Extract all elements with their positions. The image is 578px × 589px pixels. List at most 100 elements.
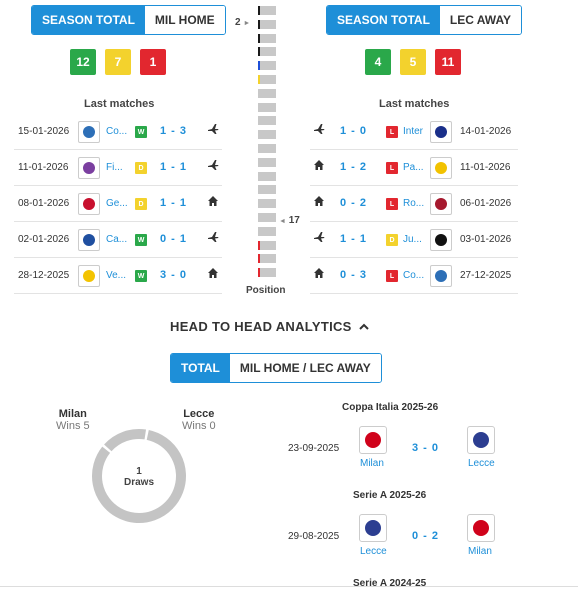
standing-bar: [258, 185, 276, 195]
opponent-link[interactable]: Co...: [403, 270, 424, 281]
team-crest: [430, 265, 452, 287]
standing-bar: [258, 88, 276, 98]
venue-indicator: [313, 267, 325, 282]
away-lec-away-tab[interactable]: LEC AWAY: [439, 6, 522, 34]
lecce-position-label: ◄ 17: [279, 215, 300, 226]
match-row[interactable]: 28-12-2025 Ve... W 3 - 0: [14, 258, 222, 294]
result-badge: W: [135, 234, 147, 246]
h2h-match-score[interactable]: 3 - 0: [412, 442, 439, 454]
team-crest: [78, 193, 100, 215]
match-score[interactable]: 0 - 2: [340, 197, 367, 209]
match-row[interactable]: 0 - 3 L Co... 27-12-2025: [310, 258, 518, 294]
team-crest: [430, 157, 452, 179]
venue-indicator: [313, 231, 325, 246]
match-score[interactable]: 3 - 0: [160, 269, 187, 281]
match-score[interactable]: 0 - 1: [160, 233, 187, 245]
match-row[interactable]: 1 - 1 D Ju... 03-01-2026: [310, 222, 518, 258]
match-row[interactable]: 1 - 0 L Inter 14-01-2026: [310, 114, 518, 150]
match-score[interactable]: 1 - 1: [160, 197, 187, 209]
team-crest-icon: [435, 126, 447, 138]
home-team-link[interactable]: Lecce: [360, 546, 387, 557]
position-caption: Position: [246, 285, 286, 296]
opponent-link[interactable]: Ju...: [403, 234, 422, 245]
away-season-total-tab[interactable]: SEASON TOTAL: [327, 6, 440, 34]
home-draws-badge: 7: [105, 49, 131, 75]
h2h-total-tab[interactable]: TOTAL: [171, 354, 230, 382]
venue-indicator: [313, 195, 325, 210]
h2h-draws-count: 1: [136, 466, 142, 477]
opponent-link[interactable]: Fi...: [106, 162, 123, 173]
opponent-link[interactable]: Ge...: [106, 198, 128, 209]
team-crest-icon: [83, 198, 95, 210]
h2h-tabs: TOTAL MIL HOME / LEC AWAY: [170, 353, 382, 383]
donut-slice-draws: [104, 429, 147, 452]
match-score[interactable]: 1 - 0: [340, 125, 367, 137]
match-date: 02-01-2026: [18, 234, 70, 245]
opponent-link[interactable]: Ve...: [106, 270, 126, 281]
h2h-title[interactable]: HEAD TO HEAD ANALYTICS: [170, 319, 369, 334]
standing-bar: [258, 6, 276, 15]
result-badge: W: [135, 126, 147, 138]
team-crest: [430, 229, 452, 251]
lecce-position-bar: [258, 226, 276, 236]
away-draws-badge: 5: [400, 49, 426, 75]
venue-indicator: [313, 159, 325, 174]
away-team-link[interactable]: Lecce: [468, 458, 495, 469]
team-crest-icon: [435, 270, 447, 282]
match-row[interactable]: 0 - 2 L Ro... 06-01-2026: [310, 186, 518, 222]
team-crest-icon: [83, 270, 95, 282]
opponent-link[interactable]: Ro...: [403, 198, 424, 209]
home-mil-home-tab[interactable]: MIL HOME: [144, 6, 225, 34]
team-crest-icon: [365, 520, 381, 536]
home-icon: [314, 160, 324, 170]
opponent-link[interactable]: Inter: [403, 126, 423, 137]
plane-icon: [314, 232, 325, 242]
match-row[interactable]: 11-01-2026 Fi... D 1 - 1: [14, 150, 222, 186]
away-team-link[interactable]: Milan: [468, 546, 492, 557]
standing-bar: [258, 157, 276, 167]
home-team-link[interactable]: Milan: [360, 458, 384, 469]
team-crest-icon: [435, 234, 447, 246]
result-badge: D: [386, 234, 398, 246]
opponent-link[interactable]: Pa...: [403, 162, 424, 173]
match-score[interactable]: 1 - 1: [160, 161, 187, 173]
team-crest-icon: [435, 162, 447, 174]
match-score[interactable]: 0 - 3: [340, 269, 367, 281]
match-row[interactable]: 15-01-2026 Co... W 1 - 3: [14, 114, 222, 150]
match-score[interactable]: 1 - 3: [160, 125, 187, 137]
away-wins-badge: 4: [365, 49, 391, 75]
competition-title: Serie A 2024-25: [353, 578, 427, 589]
standing-bar: [258, 47, 276, 57]
chevron-up-icon[interactable]: [358, 323, 369, 331]
match-row[interactable]: 1 - 2 L Pa... 11-01-2026: [310, 150, 518, 186]
home-team-crest: [359, 426, 387, 454]
h2h-match-score[interactable]: 0 - 2: [412, 530, 439, 542]
home-season-total-tab[interactable]: SEASON TOTAL: [32, 6, 145, 34]
away-team-crest: [467, 514, 495, 542]
opponent-link[interactable]: Co...: [106, 126, 127, 137]
match-row[interactable]: 02-01-2026 Ca... W 0 - 1: [14, 222, 222, 258]
away-team-crest: [467, 426, 495, 454]
match-score[interactable]: 1 - 1: [340, 233, 367, 245]
home-losses-badge: 1: [140, 49, 166, 75]
opponent-link[interactable]: Ca...: [106, 234, 127, 245]
team-crest: [430, 193, 452, 215]
standing-bar: [258, 213, 276, 222]
venue-indicator: [207, 267, 219, 282]
venue-indicator: [207, 159, 219, 174]
h2h-home-away-tab[interactable]: MIL HOME / LEC AWAY: [229, 354, 381, 382]
right-arrow-icon: ►: [243, 20, 251, 27]
match-date: 08-01-2026: [18, 198, 70, 209]
match-date: 11-01-2026: [460, 162, 511, 173]
match-date: 11-01-2026: [18, 162, 69, 173]
team-crest-icon: [83, 234, 95, 246]
h2h-home-label: Milan Wins 5: [56, 408, 90, 432]
team-crest: [78, 157, 100, 179]
team-crest-icon: [83, 126, 95, 138]
standing-bar: [258, 254, 276, 264]
standing-bar: [258, 240, 276, 250]
match-score[interactable]: 1 - 2: [340, 161, 367, 173]
match-row[interactable]: 08-01-2026 Ge... D 1 - 1: [14, 186, 222, 222]
standing-bar: [258, 75, 276, 84]
plane-icon: [314, 124, 325, 134]
